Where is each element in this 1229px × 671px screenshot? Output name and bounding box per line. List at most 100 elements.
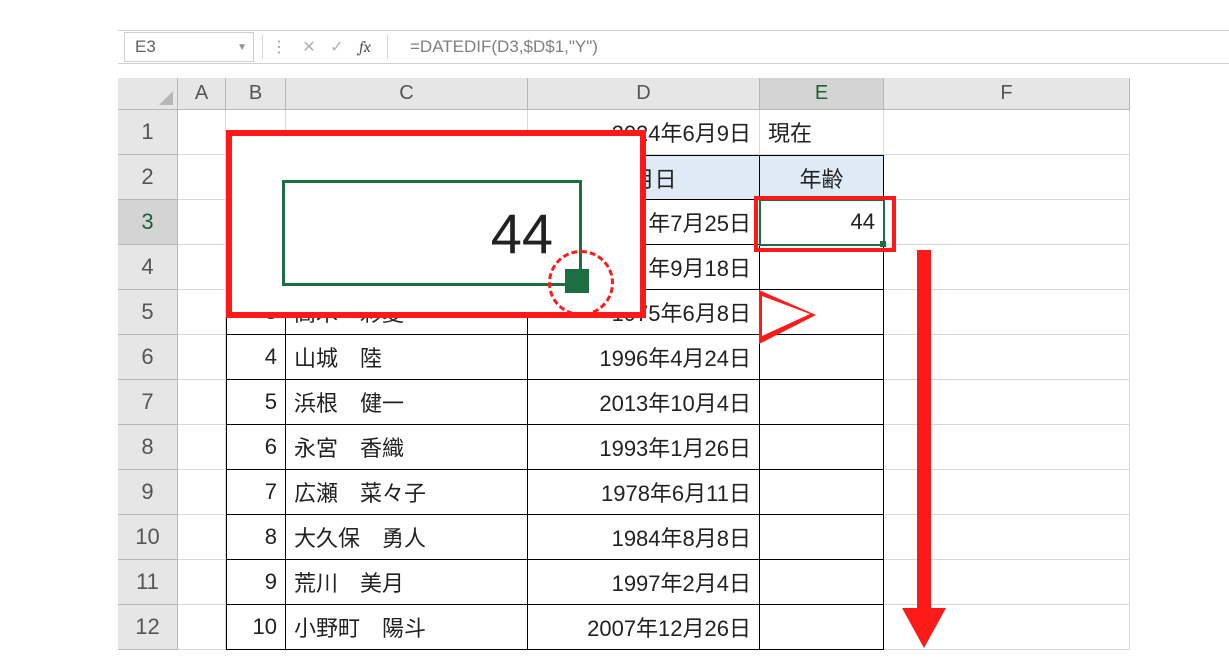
row-header[interactable]: 11	[118, 560, 178, 605]
row-headers: 1 2 3 4 5 6 7 8 9 10 11 12	[118, 110, 178, 650]
row-header[interactable]: 1	[118, 110, 178, 155]
cell[interactable]: 荒川 美月	[286, 560, 528, 605]
cell[interactable]: 7	[226, 470, 286, 515]
cell[interactable]: 4	[226, 335, 286, 380]
cell[interactable]: 10	[226, 605, 286, 650]
cell[interactable]	[760, 605, 884, 650]
check-icon: ✓	[330, 37, 343, 57]
cell[interactable]	[760, 380, 884, 425]
cell-value: 浜根 健一	[294, 386, 404, 418]
grid-row: 7 広瀬 菜々子 1978年6月11日	[178, 470, 1130, 515]
row-header[interactable]: 6	[118, 335, 178, 380]
row-header[interactable]: 9	[118, 470, 178, 515]
row-header[interactable]: 10	[118, 515, 178, 560]
cell[interactable]	[178, 155, 226, 200]
cell[interactable]	[178, 470, 226, 515]
cell[interactable]	[178, 200, 226, 245]
cell-value: 44	[851, 209, 875, 235]
cell[interactable]: 永宮 香織	[286, 425, 528, 470]
cell[interactable]	[178, 515, 226, 560]
cell[interactable]: 1984年8月8日	[528, 515, 760, 560]
grid-row: 9 荒川 美月 1997年2月4日	[178, 560, 1130, 605]
cell[interactable]: 山城 陸	[286, 335, 528, 380]
cell[interactable]: 浜根 健一	[286, 380, 528, 425]
cell-value: 9	[265, 569, 277, 595]
cell-value: 2013年10月4日	[599, 386, 751, 418]
enter-button[interactable]: ✓	[323, 31, 351, 63]
cell[interactable]	[178, 380, 226, 425]
cell-value: 2007年12月26日	[587, 611, 751, 643]
row-header[interactable]: 4	[118, 245, 178, 290]
cell-value: 5	[265, 389, 277, 415]
row-header[interactable]: 3	[118, 200, 178, 245]
cell[interactable]: 現在	[760, 110, 884, 155]
divider	[387, 35, 388, 59]
cell[interactable]	[178, 110, 226, 155]
cell-value: 1997年2月4日	[612, 566, 751, 598]
cell[interactable]	[760, 470, 884, 515]
cell[interactable]: 2013年10月4日	[528, 380, 760, 425]
cell[interactable]	[760, 515, 884, 560]
grid-row: 10 小野町 陽斗 2007年12月26日	[178, 605, 1130, 650]
cell[interactable]: 小野町 陽斗	[286, 605, 528, 650]
cell[interactable]: 6	[226, 425, 286, 470]
name-box[interactable]: E3 ▼	[124, 32, 254, 62]
cell[interactable]: 5	[226, 380, 286, 425]
col-header-C[interactable]: C	[286, 78, 528, 110]
cell[interactable]: 1997年2月4日	[528, 560, 760, 605]
row-header[interactable]: 8	[118, 425, 178, 470]
cell[interactable]: 1978年6月11日	[528, 470, 760, 515]
cell[interactable]	[178, 425, 226, 470]
select-all-corner[interactable]	[118, 78, 178, 110]
chevron-down-icon: ▼	[237, 42, 247, 53]
autofill-arrow-annotation	[908, 250, 940, 648]
cell[interactable]	[178, 245, 226, 290]
cell[interactable]: 1996年4月24日	[528, 335, 760, 380]
cell-E3[interactable]: 44	[760, 200, 884, 245]
cell[interactable]	[178, 605, 226, 650]
cell-value: 1978年6月11日	[601, 476, 751, 508]
col-header-E[interactable]: E	[760, 78, 884, 110]
col-header-B[interactable]: B	[226, 78, 286, 110]
dashed-circle-annotation	[548, 250, 614, 316]
formula-input[interactable]: =DATEDIF(D3,$D$1,"Y")	[396, 37, 1229, 57]
cell[interactable]	[178, 560, 226, 605]
cell[interactable]	[760, 245, 884, 290]
cell-value: 6	[265, 434, 277, 460]
dots-icon: ⋮	[271, 37, 287, 57]
insert-function-button[interactable]: fx	[351, 31, 379, 63]
callout-active-cell: 44	[282, 180, 582, 286]
worksheet: A B C D E F 1 2 3 4 5 6 7 8 9 10 11 12	[118, 78, 1229, 671]
cancel-button[interactable]: ✕	[295, 31, 323, 63]
cell[interactable]: 9	[226, 560, 286, 605]
callout-inset: 44	[226, 130, 646, 318]
cell[interactable]: 大久保 勇人	[286, 515, 528, 560]
cell[interactable]	[884, 200, 1130, 245]
col-header-D[interactable]: D	[528, 78, 760, 110]
fx-icon: fx	[359, 38, 371, 56]
row-header[interactable]: 2	[118, 155, 178, 200]
cell[interactable]	[760, 425, 884, 470]
grid-row: 6 永宮 香織 1993年1月26日	[178, 425, 1130, 470]
cell[interactable]: 1993年1月26日	[528, 425, 760, 470]
cell[interactable]: 2007年12月26日	[528, 605, 760, 650]
row-header[interactable]: 5	[118, 290, 178, 335]
row-header[interactable]: 12	[118, 605, 178, 650]
arrow-head-down-icon	[902, 608, 946, 648]
cell-value: 1984年8月8日	[612, 521, 751, 553]
col-header-A[interactable]: A	[178, 78, 226, 110]
cell[interactable]	[178, 290, 226, 335]
cell[interactable]	[884, 155, 1130, 200]
cell-value: 小野町 陽斗	[294, 611, 426, 643]
row-header[interactable]: 7	[118, 380, 178, 425]
cell-value: 1996年4月24日	[599, 341, 751, 373]
cell[interactable]	[884, 110, 1130, 155]
cell[interactable]: 年齢	[760, 155, 884, 200]
col-header-F[interactable]: F	[884, 78, 1130, 110]
cell[interactable]	[760, 560, 884, 605]
cell-value: 大久保 勇人	[294, 521, 426, 553]
cell[interactable]: 8	[226, 515, 286, 560]
cell[interactable]: 広瀬 菜々子	[286, 470, 528, 515]
cell-value: 10	[253, 614, 277, 640]
cell[interactable]	[178, 335, 226, 380]
